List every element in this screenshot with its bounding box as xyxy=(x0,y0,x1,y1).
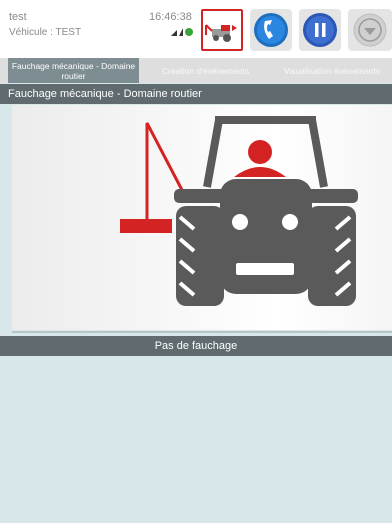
section-title: Fauchage mécanique - Domaine routier xyxy=(0,84,392,104)
menu-button[interactable] xyxy=(348,9,392,51)
tab-creation-evenements[interactable]: Création d'événements xyxy=(140,58,271,83)
user-name: test xyxy=(9,11,27,23)
tab-bar: Fauchage mécanique - Domaine routier Cré… xyxy=(0,58,392,83)
mowing-illustration xyxy=(12,105,392,330)
dropdown-menu-icon xyxy=(353,13,387,47)
clock: 16:46:38 xyxy=(149,11,192,23)
mowing-mode-button[interactable] xyxy=(201,9,243,51)
tab-fauchage[interactable]: Fauchage mécanique - Domaine routier xyxy=(8,58,139,83)
phone-call-icon xyxy=(254,13,288,47)
gps-signal-icon xyxy=(171,28,193,36)
app-header: test Véhicule : TEST 16:46:38 xyxy=(0,0,392,58)
tab-visualisation-evenements[interactable]: Visualisation événements xyxy=(272,58,392,83)
content-area xyxy=(0,356,392,523)
mowing-status: Pas de fauchage xyxy=(0,336,392,356)
tractor-mower-icon xyxy=(120,116,358,306)
pause-icon xyxy=(303,13,337,47)
mowing-mode-icon xyxy=(205,24,237,42)
illustration-divider xyxy=(12,331,392,333)
pause-button[interactable] xyxy=(299,9,341,51)
vehicle-label: Véhicule : TEST xyxy=(9,27,82,38)
call-button[interactable] xyxy=(250,9,292,51)
